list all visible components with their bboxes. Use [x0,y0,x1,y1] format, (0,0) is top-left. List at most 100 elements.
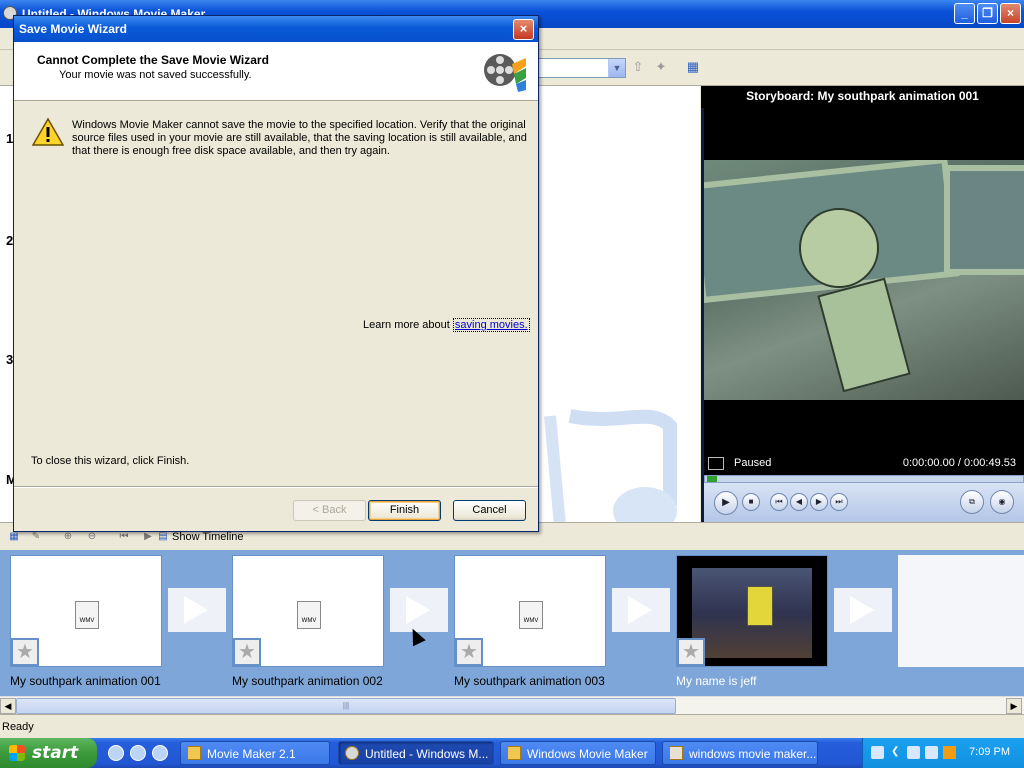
chalkboard [944,165,1024,275]
seek-position[interactable] [707,476,717,482]
playback-status: Paused [734,457,772,469]
views-icon[interactable]: ▦ [685,59,701,75]
dialog-title-bar[interactable]: Save Movie Wizard × [14,16,538,42]
seek-bar[interactable] [704,475,1024,483]
forward-icon[interactable]: ▶ [810,493,828,511]
new-folder-icon[interactable]: ✦ [653,59,669,75]
scroll-left-icon[interactable]: ◀ [0,698,16,714]
storyboard: WMV ★ WMV ★ WMV ★ ★ My southpark animati… [0,550,1024,696]
taskbar-button[interactable]: Windows Movie Maker [500,741,656,765]
video-effect-star-icon[interactable]: ★ [11,638,39,666]
close-instruction: To close this wizard, click Finish. [31,455,190,467]
close-button[interactable]: × [1000,3,1021,24]
save-movie-wizard-dialog: Save Movie Wizard × Cannot Complete the … [13,15,539,532]
scroll-right-icon[interactable]: ▶ [1006,698,1022,714]
empty-clip-slot[interactable] [898,555,1024,667]
taskbar-label: windows movie maker... [689,747,817,761]
horizontal-scrollbar[interactable]: ◀ ||| ▶ [0,696,1024,714]
collections-dropdown[interactable]: ▼ [536,58,626,78]
vlc-icon[interactable] [943,746,956,759]
movie-maker-icon [345,746,359,760]
storyboard-icon[interactable]: ▦ [8,531,20,543]
cancel-button[interactable]: Cancel [453,500,526,521]
rewind-icon[interactable]: ◀ [790,493,808,511]
character-head [799,208,879,288]
minimize-button[interactable]: _ [954,3,975,24]
up-folder-icon[interactable]: ⇧ [630,59,646,75]
dialog-header: Cannot Complete the Save Movie Wizard Yo… [14,42,538,101]
transition-slot[interactable] [834,588,892,632]
dialog-heading: Cannot Complete the Save Movie Wizard [37,53,269,67]
help-icon [507,746,521,760]
rewind-storyboard-icon[interactable]: ⏮ [118,531,130,543]
chevron-left-icon[interactable]: ❮ [891,746,904,759]
finish-button[interactable]: Finish [368,500,441,521]
video-effect-star-icon[interactable]: ★ [233,638,261,666]
dialog-close-icon[interactable]: × [513,19,534,40]
play-icon[interactable]: ▶ [714,491,738,515]
storyboard-clip[interactable]: WMV ★ [232,555,384,667]
error-message: Windows Movie Maker cannot save the movi… [72,119,527,157]
taskbar-button[interactable]: windows movie maker... [662,741,818,765]
wmv-file-icon: WMV [297,601,321,629]
taskbar-label: Movie Maker 2.1 [207,747,296,761]
clip-label: My name is jeff [676,674,757,688]
next-frame-icon[interactable]: ⏭ [830,493,848,511]
timeline-icon[interactable]: ▤ [157,531,169,543]
video-frame [704,160,1024,400]
internet-explorer-icon[interactable] [108,745,124,761]
show-timeline-button[interactable]: Show Timeline [172,531,244,543]
clip-label: My southpark animation 001 [10,674,161,688]
transition-slot[interactable] [168,588,226,632]
take-picture-icon[interactable]: ◉ [990,490,1014,514]
taskbar-button[interactable]: Untitled - Windows M... [338,741,494,765]
split-clip-icon[interactable]: ⧉ [960,490,984,514]
scroll-thumb[interactable]: ||| [16,698,676,714]
zoom-out-icon[interactable]: ⊖ [86,531,98,543]
video-effect-star-icon[interactable]: ★ [455,638,483,666]
start-label: start [32,743,79,763]
storyboard-clip[interactable]: WMV ★ [454,555,606,667]
status-text: Ready [2,721,34,733]
clip-label: My southpark animation 002 [232,674,383,688]
taskbar-button[interactable]: Movie Maker 2.1 [180,741,330,765]
taskbar-label: Windows Movie Maker [527,747,648,761]
playback-status-bar: Paused 0:00:00.00 / 0:00:49.53 [704,453,1024,475]
transition-slot[interactable] [612,588,670,632]
narrate-icon[interactable]: ✎ [30,531,42,543]
network-icon[interactable] [907,746,920,759]
windows-logo-icon [9,745,25,761]
outlook-express-icon[interactable] [130,745,146,761]
stop-icon[interactable]: ■ [742,493,760,511]
back-button[interactable]: < Back [293,500,366,521]
zoom-in-icon[interactable]: ⊕ [62,531,74,543]
preview-title: Storyboard: My southpark animation 001 [701,86,1024,108]
playback-time: 0:00:00.00 / 0:00:49.53 [902,457,1016,469]
storyboard-clip[interactable]: ★ [676,555,828,667]
media-player-icon[interactable] [152,745,168,761]
wmv-file-icon: WMV [519,601,543,629]
system-tray: ❮ 7:09 PM [862,738,1024,768]
film-reel-icon [484,54,526,92]
character-body [817,277,911,393]
maximize-button[interactable]: ❐ [977,3,998,24]
clip-label: My southpark animation 003 [454,674,605,688]
video-effect-star-icon[interactable]: ★ [677,638,705,666]
wmv-file-icon: WMV [75,601,99,629]
learn-more-prefix: Learn more about [363,319,450,331]
status-icon [708,457,724,470]
play-storyboard-icon[interactable]: ▶ [142,531,154,543]
start-button[interactable]: start [0,738,97,768]
volume-icon[interactable] [925,746,938,759]
status-bar: Ready [0,714,1024,738]
clip-thumbnail-character [747,586,773,626]
taskbar: start Movie Maker 2.1 Untitled - Windows… [0,738,1024,768]
preview-monitor: Storyboard: My southpark animation 001 P… [701,86,1024,522]
keyboard-icon[interactable] [871,746,884,759]
learn-more-line: Learn more about saving movies. [363,318,530,332]
saving-movies-link[interactable]: saving movies. [452,318,530,332]
previous-frame-icon[interactable]: ⏮ [770,493,788,511]
chevron-down-icon[interactable]: ▼ [608,59,625,77]
storyboard-clip[interactable]: WMV ★ [10,555,162,667]
folder-icon [187,746,201,760]
